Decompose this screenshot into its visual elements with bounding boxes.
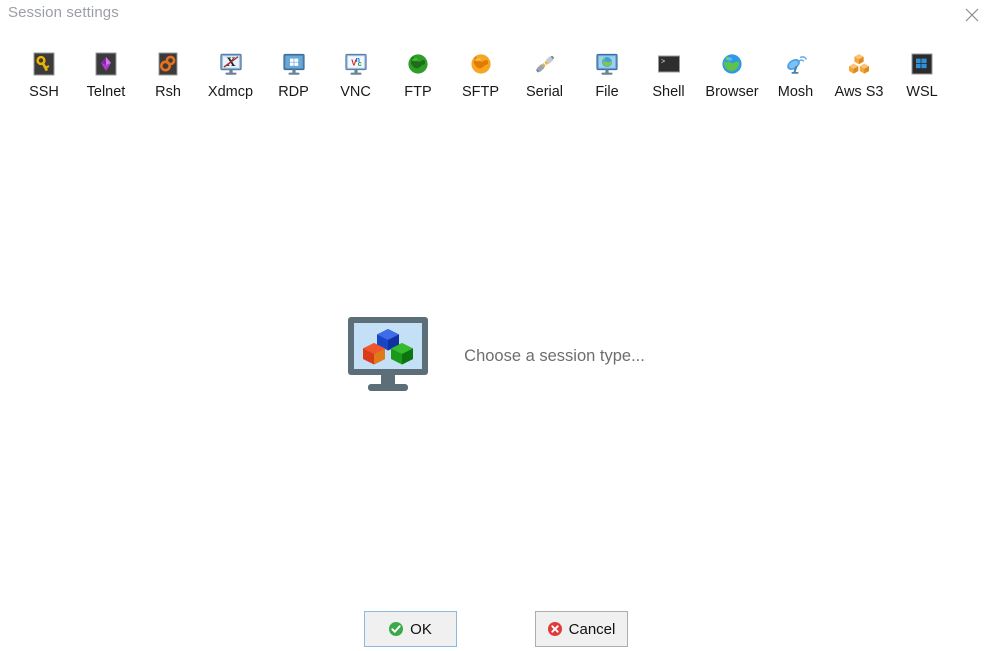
session-type-label: RDP xyxy=(278,84,309,100)
session-type-label: SSH xyxy=(29,84,59,100)
dialog-button-bar: OK Cancel xyxy=(0,611,991,651)
close-icon xyxy=(955,8,989,22)
session-type-ssh[interactable]: SSH xyxy=(14,50,74,100)
session-type-browser[interactable]: Browser xyxy=(700,50,764,100)
aws-s3-cubes-icon xyxy=(845,50,873,78)
session-type-label: WSL xyxy=(906,84,938,100)
session-type-ftp[interactable]: FTP xyxy=(387,50,449,100)
session-type-label: SFTP xyxy=(461,84,500,100)
session-type-label: Mosh xyxy=(777,84,814,100)
ftp-green-globe-icon xyxy=(404,50,432,78)
session-type-label: Aws S3 xyxy=(834,84,884,100)
wsl-windows-icon xyxy=(908,50,936,78)
telnet-gem-icon xyxy=(92,50,120,78)
session-type-wsl[interactable]: WSL xyxy=(891,50,953,100)
session-type-label: Browser xyxy=(705,84,759,100)
red-x-circle-icon xyxy=(547,621,563,637)
title-bar: Session settings xyxy=(0,0,991,34)
svg-text:c: c xyxy=(357,61,361,68)
session-type-mosh[interactable]: Mosh xyxy=(764,50,827,100)
sftp-orange-globe-icon xyxy=(467,50,495,78)
session-type-toolbar: SSH Telnet Rsh Xdmcp RDP V n c VNC FTP S… xyxy=(0,50,991,112)
session-type-label: Rsh xyxy=(155,84,181,100)
session-type-label: Shell xyxy=(652,84,685,100)
ok-button-label: OK xyxy=(410,620,432,638)
session-type-label: Telnet xyxy=(86,84,126,100)
rdp-monitor-windows-icon xyxy=(280,50,308,78)
green-check-circle-icon xyxy=(388,621,404,637)
session-type-rdp[interactable]: RDP xyxy=(263,50,324,100)
session-type-shell[interactable]: > Shell xyxy=(637,50,700,100)
svg-text:>: > xyxy=(661,59,665,67)
session-type-telnet[interactable]: Telnet xyxy=(74,50,138,100)
vnc-monitor-icon: V n c xyxy=(342,50,370,78)
browser-globe-icon xyxy=(718,50,746,78)
session-type-aws-s3[interactable]: Aws S3 xyxy=(827,50,891,100)
session-type-label: File xyxy=(595,84,619,100)
session-type-vnc[interactable]: V n c VNC xyxy=(324,50,387,100)
ssh-key-icon xyxy=(30,50,58,78)
cancel-button-label: Cancel xyxy=(568,620,616,638)
close-button[interactable] xyxy=(955,0,989,30)
session-type-label: FTP xyxy=(404,84,432,100)
rsh-gears-icon xyxy=(154,50,182,78)
session-type-xdmcp[interactable]: X Xdmcp xyxy=(198,50,263,100)
session-type-file[interactable]: File xyxy=(577,50,637,100)
placeholder-message: Choose a session type... xyxy=(464,346,645,365)
session-placeholder-area: Choose a session type... xyxy=(0,305,991,405)
xdmcp-monitor-x-icon: X xyxy=(217,50,245,78)
session-type-label: Serial xyxy=(525,84,564,100)
session-type-serial[interactable]: Serial xyxy=(512,50,577,100)
file-monitor-globe-icon xyxy=(593,50,621,78)
cancel-button[interactable]: Cancel xyxy=(534,611,628,647)
session-type-sftp[interactable]: SFTP xyxy=(449,50,512,100)
window-title: Session settings xyxy=(8,4,119,21)
shell-terminal-icon: > xyxy=(655,50,683,78)
session-type-label: Xdmcp xyxy=(207,84,254,100)
session-type-rsh[interactable]: Rsh xyxy=(138,50,198,100)
mosh-satellite-dish-icon xyxy=(782,50,810,78)
ok-button[interactable]: OK xyxy=(363,611,457,647)
serial-connector-icon xyxy=(531,50,559,78)
monitor-cubes-icon xyxy=(346,316,430,394)
session-type-label: VNC xyxy=(340,84,371,100)
